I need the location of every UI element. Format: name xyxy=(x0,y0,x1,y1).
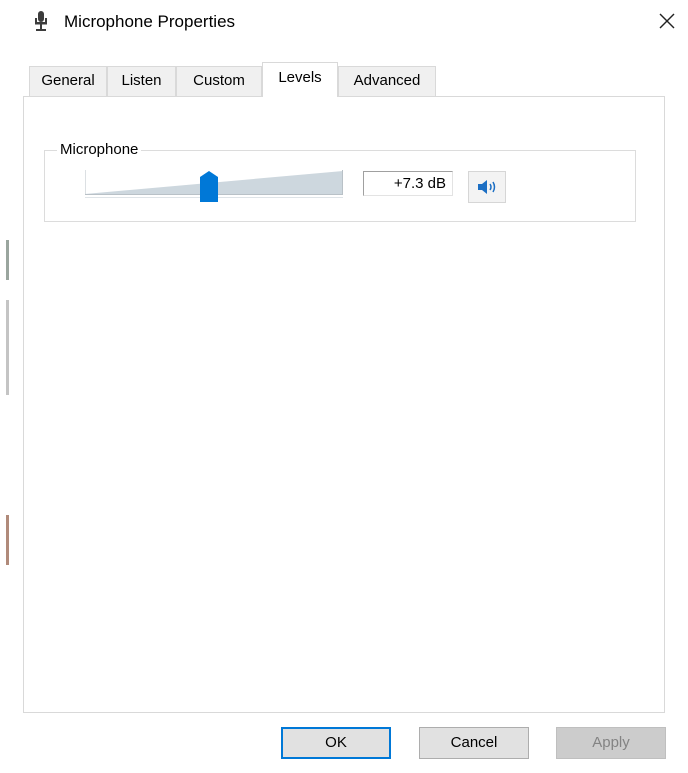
tab-levels[interactable]: Levels xyxy=(262,62,338,97)
close-icon xyxy=(659,13,675,29)
tab-listen[interactable]: Listen xyxy=(107,66,176,96)
microphone-level-slider[interactable] xyxy=(85,167,343,202)
ok-button[interactable]: OK xyxy=(281,727,391,759)
apply-button[interactable]: Apply xyxy=(556,727,666,759)
tab-custom[interactable]: Custom xyxy=(176,66,262,96)
mute-toggle-button[interactable] xyxy=(468,171,506,203)
microphone-icon xyxy=(35,11,47,31)
background-window-edge xyxy=(6,300,9,395)
window-title: Microphone Properties xyxy=(64,12,236,31)
tab-advanced[interactable]: Advanced xyxy=(338,66,436,96)
tab-general[interactable]: General xyxy=(29,66,107,96)
title-bar[interactable]: Microphone Properties xyxy=(0,0,688,44)
background-window-edge xyxy=(6,240,9,280)
background-window-edge xyxy=(6,515,9,565)
group-label: Microphone xyxy=(57,140,142,160)
microphone-level-group: Microphone +7.3 dB xyxy=(44,140,636,222)
level-db-value: +7.3 dB xyxy=(363,171,453,196)
speaker-icon xyxy=(478,180,496,194)
close-button[interactable] xyxy=(650,6,684,36)
properties-dialog: Microphone Properties General Listen Cus… xyxy=(0,0,688,773)
cancel-button[interactable]: Cancel xyxy=(419,727,529,759)
slider-thumb[interactable] xyxy=(199,171,219,203)
levels-panel: Microphone +7.3 dB xyxy=(23,96,665,713)
